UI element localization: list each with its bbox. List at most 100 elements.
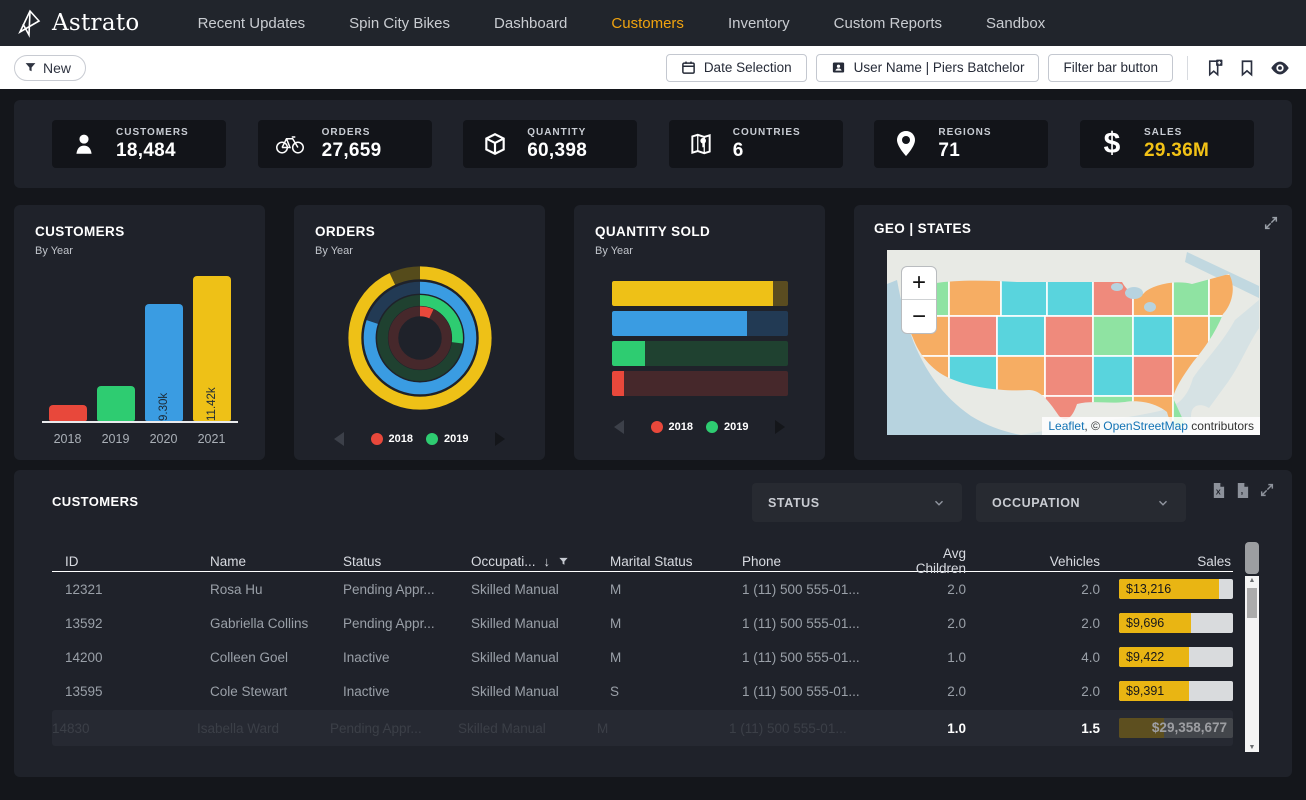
legend-next-arrow-icon[interactable] (775, 420, 785, 434)
sort-desc-icon[interactable]: ↓ (544, 554, 551, 569)
legend-prev-arrow-icon[interactable] (334, 432, 344, 446)
nav-item-inventory[interactable]: Inventory (728, 15, 790, 32)
scroll-up-icon[interactable]: ▲ (1245, 577, 1259, 584)
hbar-2020[interactable] (612, 311, 788, 336)
table-scrollbar[interactable]: ▲ ▼ (1245, 576, 1259, 752)
col-header-occupation[interactable]: Occupati... ↓ (458, 554, 597, 569)
status-filter-dropdown[interactable]: STATUS (752, 483, 962, 522)
col-header-marital[interactable]: Marital Status (597, 554, 729, 569)
expand-icon[interactable] (1259, 482, 1275, 499)
kpi-value: 27,659 (322, 140, 382, 162)
calendar-icon (681, 60, 696, 75)
col-header-status[interactable]: Status (330, 554, 458, 569)
cell-occupation: Skilled Manual (458, 684, 597, 699)
col-header-vehicles[interactable]: Vehicles (968, 554, 1102, 569)
legend-next-arrow-icon[interactable] (495, 432, 505, 446)
scrollbar-thumb[interactable] (1247, 588, 1257, 618)
cell-children: 2.0 (886, 582, 968, 597)
table-row[interactable]: 14200 Colleen Goel Inactive Skilled Manu… (52, 640, 1233, 674)
zoom-in-button[interactable]: + (902, 267, 936, 300)
cell-children: 2.0 (886, 684, 968, 699)
table-row[interactable]: 13592 Gabriella Collins Pending Appr... … (52, 606, 1233, 640)
col-header-phone[interactable]: Phone (729, 554, 886, 569)
cell-phone: 1 (11) 500 555-01... (729, 582, 886, 597)
kpi-regions[interactable]: REGIONS 71 (874, 120, 1048, 168)
bar-2018[interactable] (49, 405, 87, 421)
orders-donut-chart[interactable] (315, 259, 524, 417)
col-header-id[interactable]: ID (52, 554, 197, 569)
nav-item-dashboard[interactable]: Dashboard (494, 15, 567, 32)
chevron-down-icon (1156, 496, 1170, 510)
col-header-name[interactable]: Name (197, 554, 330, 569)
legend-item-2019[interactable]: 2019 (706, 421, 748, 433)
legend-item-2018[interactable]: 2018 (651, 421, 693, 433)
orders-chart-card: ORDERS By Year (294, 205, 545, 460)
col-header-children[interactable]: Avg Children (886, 546, 968, 576)
legend-item-2018[interactable]: 2018 (371, 433, 413, 445)
openstreetmap-link[interactable]: OpenStreetMap (1103, 419, 1188, 433)
zoom-out-button[interactable]: − (902, 300, 936, 333)
kpi-countries[interactable]: COUNTRIES 6 (669, 120, 843, 168)
toolbar-divider (1187, 56, 1188, 80)
chart-title: GEO | STATES (874, 221, 1272, 236)
hbar-2018[interactable] (612, 371, 788, 396)
kpi-sales[interactable]: $ SALES 29.36M (1080, 120, 1254, 168)
col-header-label: Occupati... (471, 554, 536, 569)
bar-2020[interactable]: 9.30k (145, 304, 183, 421)
filter-bar-button[interactable]: Filter bar button (1048, 54, 1173, 82)
hbar-2019[interactable] (612, 341, 788, 366)
export-excel-icon[interactable]: X (1211, 482, 1226, 499)
eye-icon[interactable] (1268, 56, 1292, 80)
scroll-down-icon[interactable]: ▼ (1245, 744, 1259, 751)
legend-prev-arrow-icon[interactable] (614, 420, 624, 434)
legend-dot-2018 (651, 421, 663, 433)
cell-vehicles: 2.0 (968, 582, 1102, 597)
cell-phone: 1 (11) 500 555-01... (729, 616, 886, 631)
date-selection-button[interactable]: Date Selection (666, 54, 807, 82)
export-csv-icon[interactable]: , (1235, 482, 1250, 499)
user-name-button[interactable]: User Name | Piers Batchelor (816, 54, 1040, 82)
brand[interactable]: Astrato (16, 8, 140, 38)
totals-avg-children: 1.0 (886, 721, 968, 736)
expand-icon[interactable] (1263, 215, 1279, 231)
cell-id: 12321 (52, 582, 197, 597)
kpi-label: SALES (1144, 127, 1209, 138)
kpi-value: 6 (733, 140, 801, 162)
nav-item-spin-city-bikes[interactable]: Spin City Bikes (349, 15, 450, 32)
totals-vehicles: 1.5 (968, 721, 1102, 736)
filter-funnel-icon[interactable] (558, 556, 569, 567)
leaflet-map[interactable]: + − Leaflet, © OpenStreetMap contributor… (887, 250, 1260, 435)
quantity-legend: 2018 2019 (595, 420, 804, 434)
bookmark-add-icon[interactable] (1202, 56, 1226, 80)
nav-item-sandbox[interactable]: Sandbox (986, 15, 1045, 32)
nav-item-custom-reports[interactable]: Custom Reports (834, 15, 942, 32)
bookmark-icon[interactable] (1235, 56, 1259, 80)
table-row[interactable]: 12321 Rosa Hu Pending Appr... Skilled Ma… (52, 572, 1233, 606)
svg-text:X: X (1216, 487, 1221, 496)
nav-item-recent-updates[interactable]: Recent Updates (198, 15, 306, 32)
map-attribution: Leaflet, © OpenStreetMap contributors (1042, 417, 1260, 435)
bar-2021[interactable]: 11.42k (193, 276, 231, 421)
quantity-bar-plot[interactable] (612, 281, 788, 396)
nav-item-customers[interactable]: Customers (611, 15, 684, 32)
legend-item-2019[interactable]: 2019 (426, 433, 468, 445)
legend-label: 2018 (669, 421, 693, 433)
table-row[interactable]: 13595 Cole Stewart Inactive Skilled Manu… (52, 674, 1233, 708)
x-tick: 2018 (49, 432, 87, 446)
kpi-customers[interactable]: CUSTOMERS 18,484 (52, 120, 226, 168)
kpi-quantity[interactable]: QUANTITY 60,398 (463, 120, 637, 168)
customers-bar-plot[interactable]: 9.30k 11.42k (42, 271, 238, 423)
quantity-chart-card: QUANTITY SOLD By Year 2018 2019 (574, 205, 825, 460)
user-badge-icon (831, 60, 846, 75)
cell-name: Rosa Hu (197, 582, 330, 597)
bar-2019[interactable] (97, 386, 135, 421)
col-header-sales[interactable]: Sales (1102, 554, 1233, 569)
kpi-orders[interactable]: ORDERS 27,659 (258, 120, 432, 168)
hbar-2021[interactable] (612, 281, 788, 306)
totals-sales: $29,358,677 (1102, 718, 1233, 738)
map-zoom-control: + − (901, 266, 937, 334)
new-filter-button[interactable]: New (14, 55, 86, 81)
leaflet-link[interactable]: Leaflet (1048, 419, 1084, 433)
cell-children: 2.0 (886, 616, 968, 631)
occupation-filter-dropdown[interactable]: OCCUPATION (976, 483, 1186, 522)
